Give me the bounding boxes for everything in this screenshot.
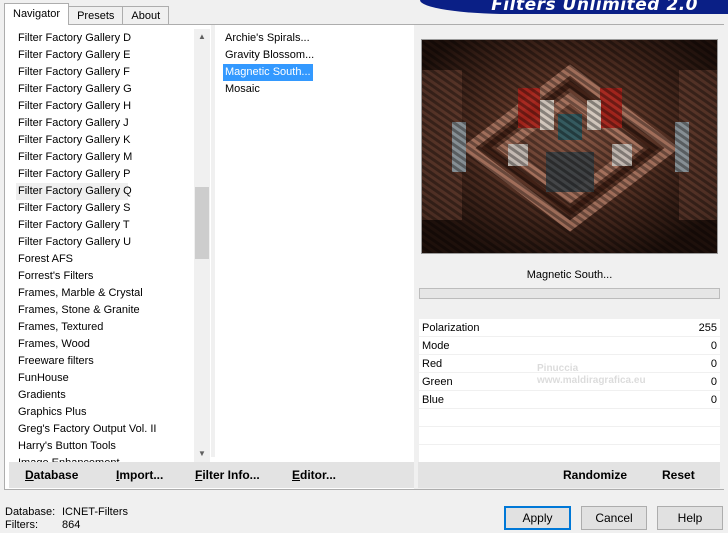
category-item[interactable]: Filter Factory Gallery E [16, 47, 196, 64]
category-item[interactable]: Filter Factory Gallery S [16, 200, 196, 217]
parameter-row[interactable]: Mode 0 [419, 337, 720, 355]
filter-item[interactable]: Gravity Blossom... [223, 47, 316, 64]
filter-row: Archie's Spirals... [223, 30, 413, 47]
parameter-row-empty [419, 427, 720, 445]
category-item[interactable]: Freeware filters [16, 353, 196, 370]
parameter-value[interactable]: 0 [711, 355, 717, 373]
list-divider [211, 25, 215, 457]
preview-filter-name[interactable]: Magnetic South... [419, 264, 720, 286]
filter-item[interactable]: Mosaic [223, 81, 262, 98]
scroll-up-icon[interactable]: ▲ [194, 29, 210, 45]
category-item[interactable]: Filter Factory Gallery T [16, 217, 196, 234]
filter-row: Mosaic [223, 81, 413, 98]
category-item[interactable]: Filter Factory Gallery D [16, 30, 196, 47]
category-item[interactable]: Forest AFS [16, 251, 196, 268]
parameter-label: Blue [422, 394, 445, 406]
parameter-list: Polarization 255 Mode 0 Red 0 Green 0 Blue 0 [419, 319, 720, 463]
parameter-row-empty [419, 409, 720, 427]
parameter-label: Green [422, 376, 453, 388]
parameter-label: Polarization [422, 322, 480, 334]
parameter-row[interactable]: Polarization 255 [419, 319, 720, 337]
category-item[interactable]: Graphics Plus [16, 404, 196, 421]
tab-strip: Navigator Presets About [4, 3, 170, 25]
parameter-row[interactable]: Blue 0 [419, 391, 720, 409]
category-item[interactable]: FunHouse [16, 370, 196, 387]
database-button[interactable]: Database [25, 462, 78, 488]
app-title: Filters Unlimited 2.0 [491, 0, 698, 14]
filter-row: Gravity Blossom... [223, 47, 413, 64]
parameter-value[interactable]: 0 [711, 373, 717, 391]
category-item[interactable]: Filter Factory Gallery M [16, 149, 196, 166]
category-item[interactable]: Frames, Wood [16, 336, 196, 353]
editor-button[interactable]: Editor... [292, 462, 336, 488]
category-item[interactable]: Frames, Textured [16, 319, 196, 336]
category-item[interactable]: Filter Factory Gallery G [16, 81, 196, 98]
parameter-value[interactable]: 0 [711, 337, 717, 355]
scroll-down-icon[interactable]: ▼ [194, 446, 210, 462]
category-item[interactable]: Filter Factory Gallery Q [16, 183, 132, 200]
database-value: ICNET-Filters [62, 506, 128, 518]
category-item[interactable]: Harry's Button Tools [16, 438, 196, 455]
apply-button[interactable]: Apply [504, 506, 571, 530]
preview-image [421, 39, 718, 254]
cancel-button[interactable]: Cancel [581, 506, 647, 530]
parameter-row-empty [419, 445, 720, 463]
scroll-thumb[interactable] [195, 187, 209, 259]
parameter-value[interactable]: 0 [711, 391, 717, 409]
category-item[interactable]: Filter Factory Gallery J [16, 115, 196, 132]
filter-list[interactable]: Archie's Spirals... Gravity Blossom... Mag… [223, 30, 413, 98]
category-item[interactable]: Gradients [16, 387, 196, 404]
category-item[interactable]: Filter Factory Gallery P [16, 166, 196, 183]
filter-item[interactable]: Archie's Spirals... [223, 30, 312, 47]
filter-item[interactable]: Magnetic South... [223, 64, 313, 81]
category-list[interactable]: Filter Factory Gallery D Filter Factory G… [16, 30, 196, 483]
filters-count-value: 864 [62, 519, 81, 531]
navigator-panel: Filter Factory Gallery D Filter Factory G… [4, 24, 724, 490]
filter-info-button[interactable]: Filter Info... [195, 462, 260, 488]
filter-row: Magnetic South... [223, 64, 413, 81]
tab-presets[interactable]: Presets [68, 6, 124, 25]
status-info: Database: ICNET-Filters Filters: 864 [5, 506, 128, 532]
parameter-row[interactable]: Green 0 [419, 373, 720, 391]
category-item[interactable]: Frames, Marble & Crystal [16, 285, 196, 302]
parameter-value[interactable]: 255 [699, 319, 717, 337]
import-button[interactable]: Import... [116, 462, 163, 488]
category-item[interactable]: Frames, Stone & Granite [16, 302, 196, 319]
parameter-label: Red [422, 358, 443, 370]
category-scrollbar[interactable]: ▲ ▼ [194, 29, 210, 462]
parameter-row[interactable]: Red 0 [419, 355, 720, 373]
tab-navigator[interactable]: Navigator [4, 3, 70, 25]
category-item[interactable]: Forrest's Filters [16, 268, 196, 285]
category-item[interactable]: Filter Factory Gallery U [16, 234, 196, 251]
category-item[interactable]: Greg's Factory Output Vol. II [16, 421, 196, 438]
database-label: Database: [5, 506, 56, 518]
tab-about[interactable]: About [122, 6, 170, 25]
preview-progress-bar [419, 288, 720, 299]
parameter-label: Mode [422, 340, 450, 352]
category-item[interactable]: Filter Factory Gallery F [16, 64, 196, 81]
preview-toolbar: Randomize Reset [418, 462, 720, 488]
app-banner: Filters Unlimited 2.0 [420, 0, 728, 14]
filters-count-label: Filters: [5, 519, 38, 531]
navigator-toolbar: Database Import... Filter Info... Editor… [9, 462, 414, 488]
category-item[interactable]: Filter Factory Gallery H [16, 98, 196, 115]
reset-button[interactable]: Reset [662, 462, 695, 488]
category-item[interactable]: Filter Factory Gallery K [16, 132, 196, 149]
help-button[interactable]: Help [657, 506, 723, 530]
randomize-button[interactable]: Randomize [563, 462, 627, 488]
